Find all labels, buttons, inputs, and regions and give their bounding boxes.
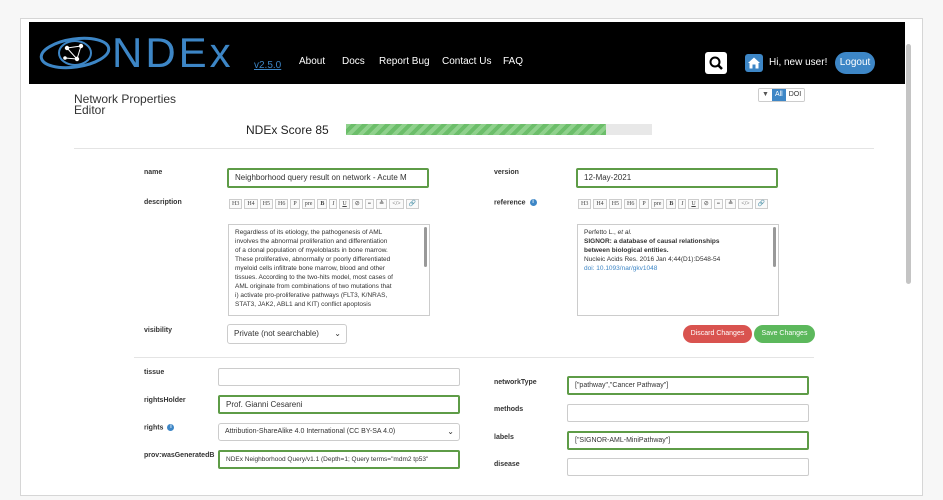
toolbar-h3-button[interactable]: H3 [578, 199, 592, 209]
toolbar-h5-button[interactable]: H5 [259, 199, 274, 209]
prov-was-generated-label: prov:wasGeneratedB [144, 452, 215, 459]
search-button[interactable] [705, 52, 727, 74]
toolbar-h3-button[interactable]: H3 [229, 199, 243, 209]
ndex-logo-icon[interactable] [37, 28, 113, 78]
rightsholder-input[interactable]: Prof. Gianni Cesareni [218, 395, 460, 414]
version-label: version [494, 169, 519, 176]
rights-select[interactable]: Attribution-ShareAlike 4.0 International… [218, 423, 460, 441]
reference-toolbar: H3 H4 H5 H6 P pre B I U ⊘ ≡ ≜ </> 🔗 [578, 199, 778, 209]
toolbar-p-button[interactable]: P [639, 199, 649, 209]
toolbar-code-button[interactable]: </> [389, 199, 404, 209]
reference-editor[interactable]: Perfetto L., et al. SIGNOR: a database o… [577, 224, 779, 316]
home-button[interactable] [745, 54, 763, 72]
toolbar-align-button[interactable]: ≡ [713, 199, 724, 209]
search-icon [709, 56, 723, 70]
filter-toggle-group: ▼ All DOI [758, 88, 806, 102]
toolbar-justify-button[interactable]: ≜ [376, 199, 388, 209]
rightsholder-label: rightsHolder [144, 397, 186, 404]
toolbar-h5-button[interactable]: H5 [608, 199, 623, 209]
toolbar-underline-button[interactable]: U [339, 199, 350, 209]
visibility-label: visibility [144, 327, 173, 334]
filter-doi-button[interactable]: DOI [785, 89, 805, 101]
methods-label: methods [494, 406, 524, 413]
networktype-label: networkType [494, 379, 537, 386]
nav-report-bug[interactable]: Report Bug [379, 56, 430, 67]
labels-input[interactable]: ["SIGNOR-AML-MiniPathway"] [567, 431, 809, 450]
prov-was-generated-input[interactable]: NDEx Neighborhood Query/v1.1 (Depth=1; Q… [218, 450, 460, 469]
tissue-label: tissue [144, 369, 165, 376]
name-input[interactable]: Neighborhood query result on network - A… [227, 168, 429, 188]
toolbar-code-button[interactable]: </> [738, 199, 753, 209]
chevron-down-icon: ⌄ [334, 329, 341, 338]
name-label: name [144, 169, 163, 176]
toolbar-italic-button[interactable]: I [678, 199, 687, 209]
tissue-input[interactable] [218, 368, 460, 386]
doi-link[interactable]: doi: 10.1093/nar/gkv1048 [584, 264, 768, 273]
toolbar-clear-button[interactable]: ⊘ [700, 199, 712, 209]
ndex-score-bar [346, 124, 652, 135]
labels-label: labels [494, 434, 514, 441]
filter-icon[interactable]: ▼ [759, 89, 772, 101]
toolbar-link-button[interactable]: 🔗 [754, 199, 769, 209]
discard-changes-button[interactable]: Discard Changes [683, 325, 752, 343]
disease-label: disease [494, 461, 520, 468]
nav-contact-us[interactable]: Contact Us [442, 56, 491, 67]
ndex-score-fill [346, 124, 607, 135]
chevron-down-icon: ⌄ [447, 427, 454, 436]
info-icon[interactable]: i [167, 424, 175, 431]
networktype-input[interactable]: ["pathway","Cancer Pathway"] [567, 376, 809, 395]
methods-input[interactable] [567, 404, 809, 422]
description-scrollbar[interactable] [424, 227, 427, 267]
toolbar-underline-button[interactable]: U [688, 199, 699, 209]
toolbar-justify-button[interactable]: ≜ [725, 199, 737, 209]
user-greeting[interactable]: Hi, new user! [769, 57, 827, 68]
toolbar-bold-button[interactable]: B [317, 199, 328, 209]
logo-text[interactable]: NDEx [112, 29, 234, 77]
navbar: NDEx v2.5.0 About Docs Report Bug Contac… [29, 22, 905, 84]
visibility-select[interactable]: Private (not searchable) ⌄ [227, 324, 347, 344]
version-link[interactable]: v2.5.0 [254, 60, 281, 71]
divider [74, 148, 874, 149]
description-toolbar: H3 H4 H5 H6 P pre B I U ⊘ ≡ ≜ </> 🔗 [229, 199, 429, 209]
toolbar-h6-button[interactable]: H6 [275, 199, 289, 209]
divider [134, 357, 814, 358]
toolbar-italic-button[interactable]: I [329, 199, 338, 209]
toolbar-h6-button[interactable]: H6 [624, 199, 638, 209]
reference-label: reference i [494, 199, 537, 206]
ndex-score-label: NDEx Score 85 [246, 123, 329, 137]
nav-about[interactable]: About [299, 56, 325, 67]
nav-faq[interactable]: FAQ [503, 56, 523, 67]
toolbar-h4-button[interactable]: H4 [593, 199, 607, 209]
logout-button[interactable]: Logout [835, 52, 875, 74]
description-label: description [144, 199, 182, 206]
filter-all-button[interactable]: All [771, 89, 786, 101]
toolbar-bold-button[interactable]: B [666, 199, 677, 209]
toolbar-h4-button[interactable]: H4 [244, 199, 258, 209]
toolbar-align-button[interactable]: ≡ [364, 199, 375, 209]
toolbar-pre-button[interactable]: pre [301, 199, 316, 209]
disease-input[interactable] [567, 458, 809, 476]
toolbar-p-button[interactable]: P [290, 199, 300, 209]
toolbar-clear-button[interactable]: ⊘ [351, 199, 363, 209]
version-input[interactable]: 12-May-2021 [576, 168, 778, 188]
toolbar-pre-button[interactable]: pre [650, 199, 665, 209]
page-title: Network Properties Editor [74, 92, 177, 117]
nav-docs[interactable]: Docs [342, 56, 365, 67]
save-changes-button[interactable]: Save Changes [754, 325, 815, 343]
page-scrollbar[interactable] [906, 44, 911, 284]
toolbar-link-button[interactable]: 🔗 [405, 199, 420, 209]
rights-label: rights i [144, 424, 175, 431]
description-editor[interactable]: Regardless of its etiology, the pathogen… [228, 224, 430, 316]
info-icon[interactable]: i [529, 199, 537, 206]
reference-scrollbar[interactable] [773, 227, 776, 267]
home-icon [748, 57, 760, 69]
